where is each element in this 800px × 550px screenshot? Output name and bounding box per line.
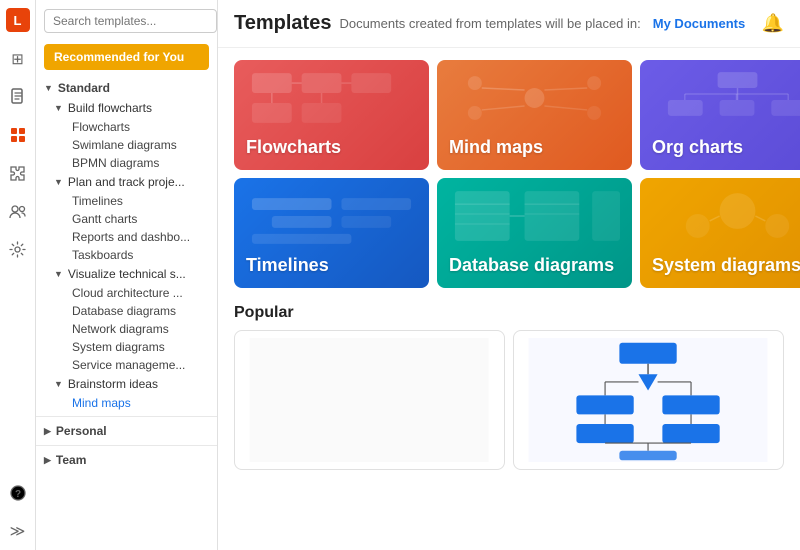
arrow-icon: ▼ <box>44 83 53 93</box>
page-title: Templates <box>234 12 331 35</box>
card-dbdiagrams-label: Database diagrams <box>449 255 614 276</box>
card-decoration <box>648 186 800 246</box>
card-sysdiagrams-label: System diagrams <box>652 255 800 276</box>
nav-help-icon[interactable]: ? <box>7 482 29 504</box>
arrow-icon: ▼ <box>54 177 63 187</box>
category-cards-grid: Flowcharts Mind maps <box>218 48 800 300</box>
sidebar-item-cloud-arch[interactable]: Cloud architecture ... <box>36 284 217 302</box>
search-bar <box>36 0 217 42</box>
sidebar-item-build-flowcharts[interactable]: ▼ Build flowcharts <box>36 98 217 118</box>
nav-templates-icon[interactable] <box>7 124 29 146</box>
sidebar-item-timelines[interactable]: Timelines <box>36 192 217 210</box>
arrow-icon: ▶ <box>44 455 51 466</box>
popular-cards-grid <box>218 326 800 482</box>
card-decoration <box>242 68 421 128</box>
bell-icon[interactable]: 🔔 <box>762 13 784 34</box>
nav-grid-icon[interactable]: ⊞ <box>7 48 29 70</box>
main-header: Templates Documents created from templat… <box>218 0 800 48</box>
nav-doc-icon[interactable] <box>7 86 29 108</box>
sidebar-item-brainstorm[interactable]: ▼ Brainstorm ideas <box>36 374 217 394</box>
sidebar-item-personal[interactable]: ▶ Personal <box>36 421 217 441</box>
arrow-icon: ▶ <box>44 426 51 437</box>
sidebar-item-mindmaps[interactable]: Mind maps <box>36 394 217 412</box>
arrow-icon: ▼ <box>54 269 63 279</box>
svg-text:?: ? <box>14 489 20 500</box>
popular-card-2[interactable] <box>513 330 784 470</box>
sidebar-item-flowcharts[interactable]: Flowcharts <box>36 118 217 136</box>
card-mindmaps-label: Mind maps <box>449 137 543 158</box>
header-subtitle: Documents created from templates will be… <box>339 16 640 31</box>
card-dbdiagrams[interactable]: Database diagrams <box>437 178 632 288</box>
nav-puzzle-icon[interactable] <box>7 162 29 184</box>
nav-settings-icon[interactable] <box>7 238 29 260</box>
nav-collapse-icon[interactable]: ≫ <box>7 520 29 542</box>
arrow-icon: ▼ <box>54 103 63 113</box>
popular-section-title: Popular <box>218 300 800 326</box>
card-flowcharts[interactable]: Flowcharts <box>234 60 429 170</box>
card-mindmaps[interactable]: Mind maps <box>437 60 632 170</box>
card-decoration <box>648 68 800 128</box>
sidebar-item-taskboards[interactable]: Taskboards <box>36 246 217 264</box>
sidebar-item-reports[interactable]: Reports and dashbo... <box>36 228 217 246</box>
card-flowcharts-label: Flowcharts <box>246 137 341 158</box>
popular-card-1[interactable] <box>234 330 505 470</box>
card-decoration <box>445 68 624 128</box>
sidebar-item-network[interactable]: Network diagrams <box>36 320 217 338</box>
tree-sidebar: Recommended for You ▼ Standard ▼ Build f… <box>36 0 218 550</box>
recommended-button[interactable]: Recommended for You <box>44 44 209 70</box>
sidebar-item-bpmn[interactable]: BPMN diagrams <box>36 154 217 172</box>
app-logo[interactable]: L <box>6 8 30 32</box>
sidebar-item-visualize-tech[interactable]: ▼ Visualize technical s... <box>36 264 217 284</box>
sidebar-item-gantt[interactable]: Gantt charts <box>36 210 217 228</box>
search-input[interactable] <box>44 9 217 33</box>
sidebar-item-standard[interactable]: ▼ Standard <box>36 78 217 98</box>
card-orgcharts-label: Org charts <box>652 137 743 158</box>
sidebar-item-system[interactable]: System diagrams <box>36 338 217 356</box>
sidebar-item-db-diagrams[interactable]: Database diagrams <box>36 302 217 320</box>
sidebar-item-swimlane[interactable]: Swimlane diagrams <box>36 136 217 154</box>
sidebar-item-plan-track[interactable]: ▼ Plan and track proje... <box>36 172 217 192</box>
card-timelines[interactable]: Timelines <box>234 178 429 288</box>
arrow-icon: ▼ <box>54 379 63 389</box>
card-decoration <box>242 186 421 246</box>
card-sysdiagrams[interactable]: System diagrams <box>640 178 800 288</box>
app-sidebar: L ⊞ ? ≫ <box>0 0 36 550</box>
sidebar-item-team[interactable]: ▶ Team <box>36 450 217 470</box>
nav-team-icon[interactable] <box>7 200 29 222</box>
card-orgcharts[interactable]: Org charts <box>640 60 800 170</box>
main-content: Templates Documents created from templat… <box>218 0 800 550</box>
card-decoration <box>445 186 624 246</box>
header-location-link[interactable]: My Documents <box>653 16 745 31</box>
sidebar-item-service-mgmt[interactable]: Service manageme... <box>36 356 217 374</box>
card-timelines-label: Timelines <box>246 255 329 276</box>
